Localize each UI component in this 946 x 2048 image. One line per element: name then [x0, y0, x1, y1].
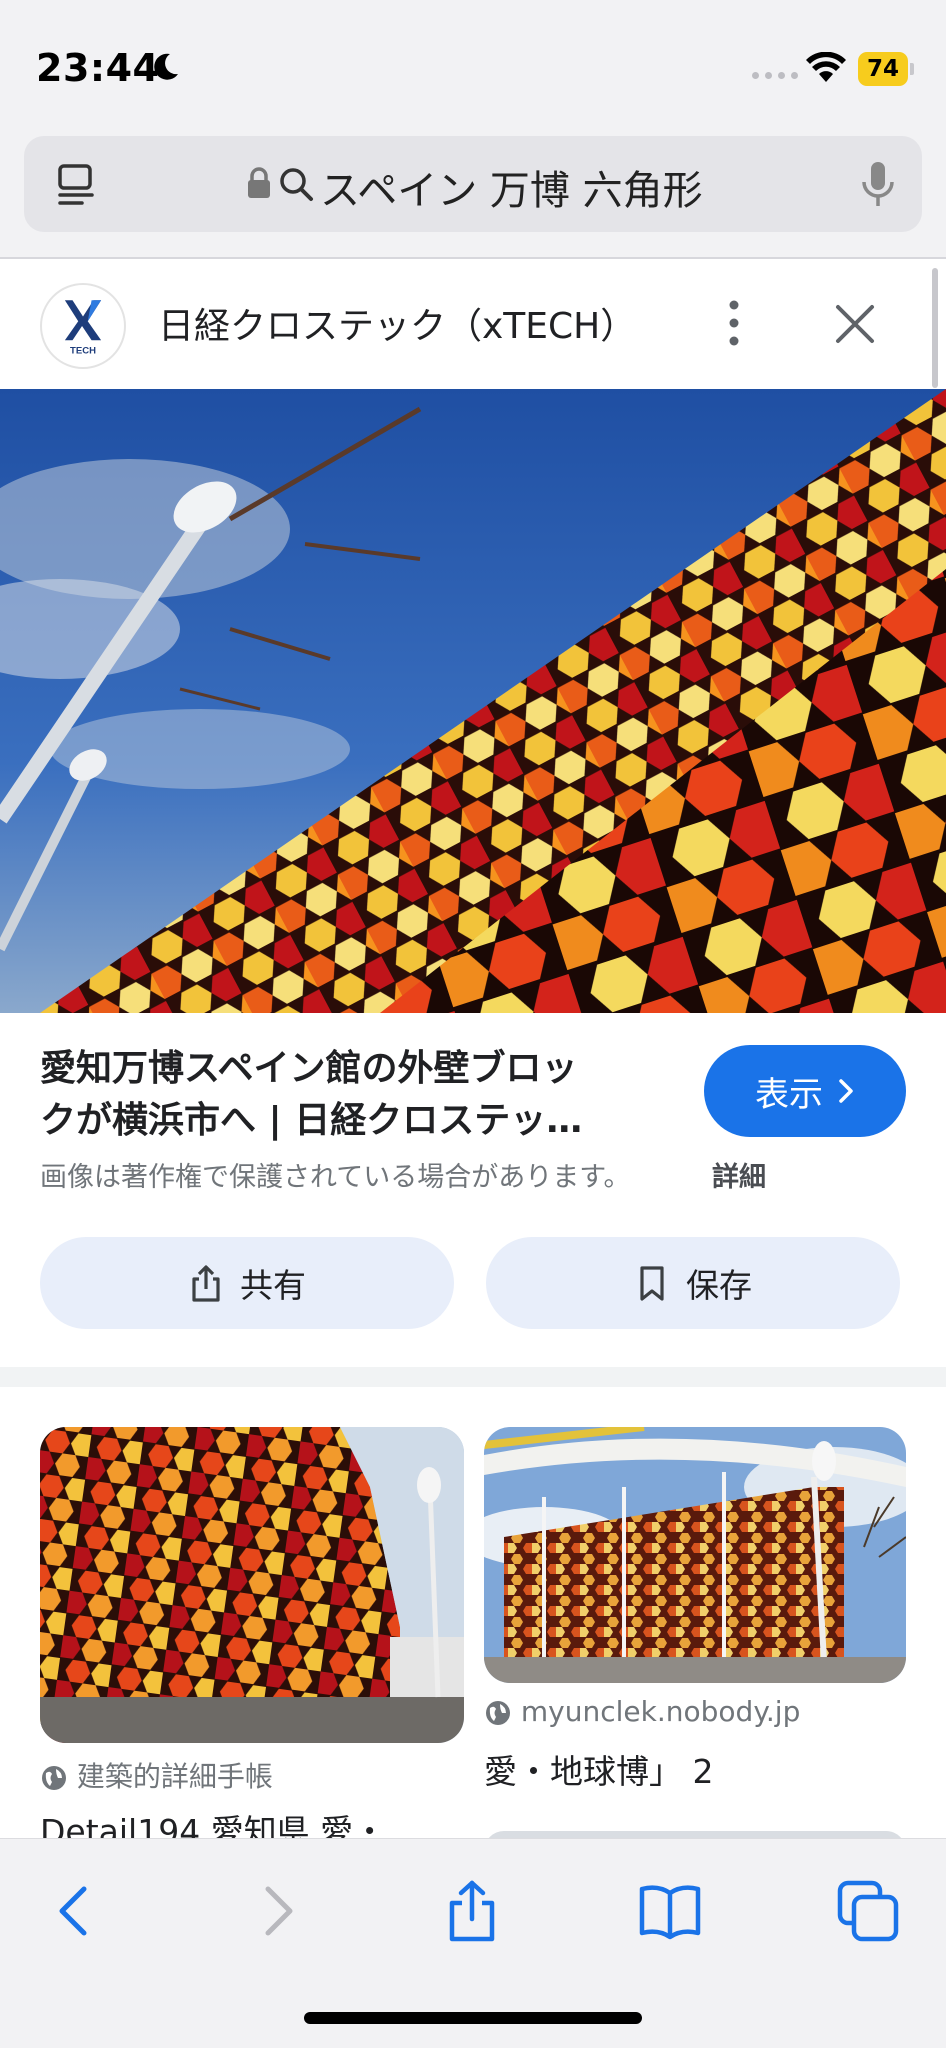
status-bar: 23:44 74: [0, 0, 946, 130]
back-icon[interactable]: [44, 1879, 108, 1943]
close-icon[interactable]: [830, 299, 880, 349]
microphone-icon[interactable]: [860, 160, 896, 210]
source-name[interactable]: 日経クロステック（xTECH）: [158, 297, 636, 349]
bookmarks-icon[interactable]: [638, 1879, 702, 1943]
view-button-label: 表示: [755, 1074, 823, 1115]
related-image-1[interactable]: [40, 1427, 464, 1743]
logo-text: TECH: [70, 346, 96, 357]
hero-image[interactable]: [0, 389, 946, 1013]
bookmark-icon: [640, 1266, 664, 1301]
related-card-1[interactable]: 建築的詳細手帳 Detail194 愛知県 愛・…: [40, 1427, 464, 1838]
related-title-1[interactable]: Detail194 愛知県 愛・…: [40, 1805, 419, 1838]
moon-icon: [154, 53, 178, 80]
more-options-icon[interactable]: [716, 297, 752, 349]
page-menu-icon[interactable]: [52, 160, 100, 208]
xtech-logo-icon: TECH: [64, 300, 102, 357]
view-button[interactable]: 表示: [704, 1045, 906, 1137]
home-indicator: [304, 2012, 642, 2024]
status-time: 23:44: [36, 46, 160, 90]
related-card-2[interactable]: myunclek.nobody.jp 愛・地球博」 2: [484, 1427, 906, 1838]
related-site-2-label: myunclek.nobody.jp: [520, 1695, 801, 1728]
share-icon: [192, 1265, 220, 1302]
related-title-2[interactable]: 愛・地球博」 2: [484, 1745, 714, 1793]
share-button-label: 共有: [240, 1266, 306, 1305]
image-viewer-panel: TECH 日経クロステック（xTECH） 愛知万博スペイン館の外壁ブロッ クが横…: [0, 259, 946, 1838]
related-site-2: myunclek.nobody.jp: [484, 1695, 800, 1728]
related-site-1: 建築的詳細手帳: [40, 1755, 273, 1795]
related-image-3-peek[interactable]: [484, 1831, 906, 1838]
globe-icon: [486, 1701, 510, 1725]
globe-icon: [42, 1766, 66, 1790]
hero-image-graphic: [0, 389, 946, 1013]
details-link[interactable]: 詳細: [712, 1155, 766, 1194]
result-title[interactable]: 愛知万博スペイン館の外壁ブロッ クが横浜市へ | 日経クロステッ…: [40, 1043, 660, 1147]
related-image-2-graphic: [484, 1427, 906, 1683]
wifi-icon: [806, 52, 846, 82]
battery-indicator: 74: [858, 52, 914, 86]
cellular-signal-icon: [752, 72, 798, 79]
copyright-notice: 画像は著作権で保護されている場合があります。: [40, 1162, 631, 1193]
chevron-right-icon: [839, 1079, 853, 1103]
save-button-label: 保存: [686, 1266, 752, 1305]
related-image-2[interactable]: [484, 1427, 906, 1683]
source-header: TECH 日経クロステック（xTECH）: [0, 259, 946, 389]
related-site-1-label: 建築的詳細手帳: [76, 1760, 273, 1793]
tabs-icon[interactable]: [836, 1879, 900, 1943]
search-query[interactable]: スペイン 万博 六角形: [320, 158, 703, 216]
battery-level: 74: [858, 52, 908, 86]
share-icon[interactable]: [440, 1879, 504, 1943]
search-icon: [280, 168, 313, 201]
lock-icon: [248, 167, 270, 198]
section-divider: [0, 1367, 946, 1387]
result-title-line-2: クが横浜市へ | 日経クロステッ…: [40, 1100, 583, 1141]
address-bar[interactable]: スペイン 万博 六角形: [24, 136, 922, 232]
save-button[interactable]: 保存: [486, 1237, 900, 1329]
forward-icon[interactable]: [244, 1879, 308, 1943]
scrollbar[interactable]: [932, 268, 938, 388]
result-title-line-1: 愛知万博スペイン館の外壁ブロッ: [40, 1048, 578, 1089]
related-image-1-graphic: [40, 1427, 464, 1743]
source-logo[interactable]: TECH: [40, 283, 126, 369]
share-button[interactable]: 共有: [40, 1237, 454, 1329]
